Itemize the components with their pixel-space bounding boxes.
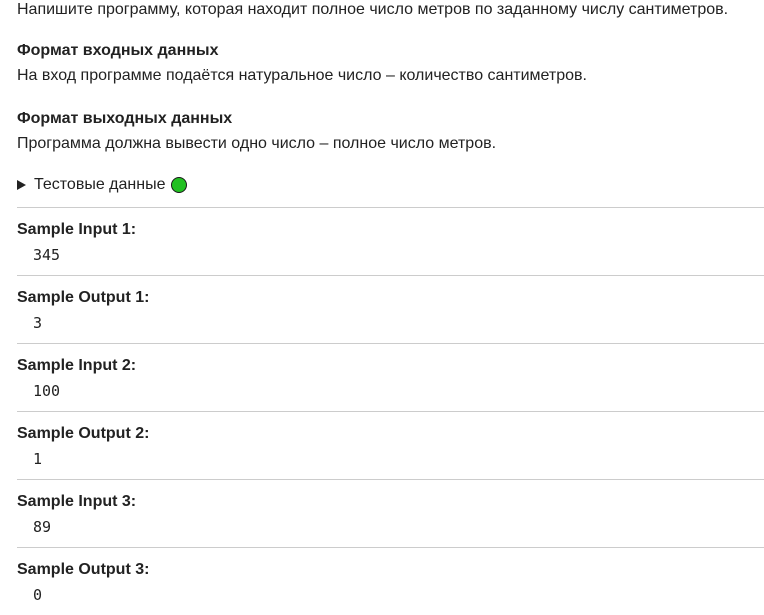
sample-block: Sample Input 1: 345	[17, 207, 764, 275]
test-data-toggle[interactable]: Тестовые данные	[17, 174, 188, 196]
sample-block: Sample Output 3: 0	[17, 547, 764, 615]
problem-intro: Напишите программу, которая находит полн…	[17, 1, 729, 18]
sample-value: 345	[33, 246, 61, 264]
sample-value: 0	[33, 586, 43, 604]
expand-triangle-icon	[17, 180, 26, 190]
sample-label: Sample Input 2:	[17, 357, 137, 374]
sample-label: Sample Output 1:	[17, 289, 150, 306]
sample-label: Sample Output 3:	[17, 561, 150, 578]
sample-block: Sample Input 3: 89	[17, 479, 764, 547]
sample-block: Sample Output 1: 3	[17, 275, 764, 343]
green-circle-icon	[171, 177, 188, 193]
sample-label: Sample Input 1:	[17, 221, 137, 238]
input-format-text: На вход программе подаётся натуральное ч…	[17, 67, 587, 84]
output-format-text: Программа должна вывести одно число – по…	[17, 135, 497, 152]
sample-value: 100	[33, 382, 61, 400]
sample-label: Sample Output 2:	[17, 425, 150, 442]
output-format-heading: Формат выходных данных	[17, 110, 233, 127]
sample-block: Sample Output 2: 1	[17, 411, 764, 479]
input-format-section: Формат входных данных На вход программе …	[17, 41, 587, 86]
sample-block: Sample Input 2: 100	[17, 343, 764, 411]
sample-label: Sample Input 3:	[17, 493, 137, 510]
input-format-heading: Формат входных данных	[17, 42, 219, 59]
sample-value: 3	[33, 314, 43, 332]
sample-value: 1	[33, 450, 43, 468]
output-format-section: Формат выходных данных Программа должна …	[17, 109, 496, 154]
samples-list: Sample Input 1: 345 Sample Output 1: 3 S…	[17, 207, 764, 615]
test-data-label: Тестовые данные	[34, 176, 166, 193]
sample-value: 89	[33, 518, 52, 536]
